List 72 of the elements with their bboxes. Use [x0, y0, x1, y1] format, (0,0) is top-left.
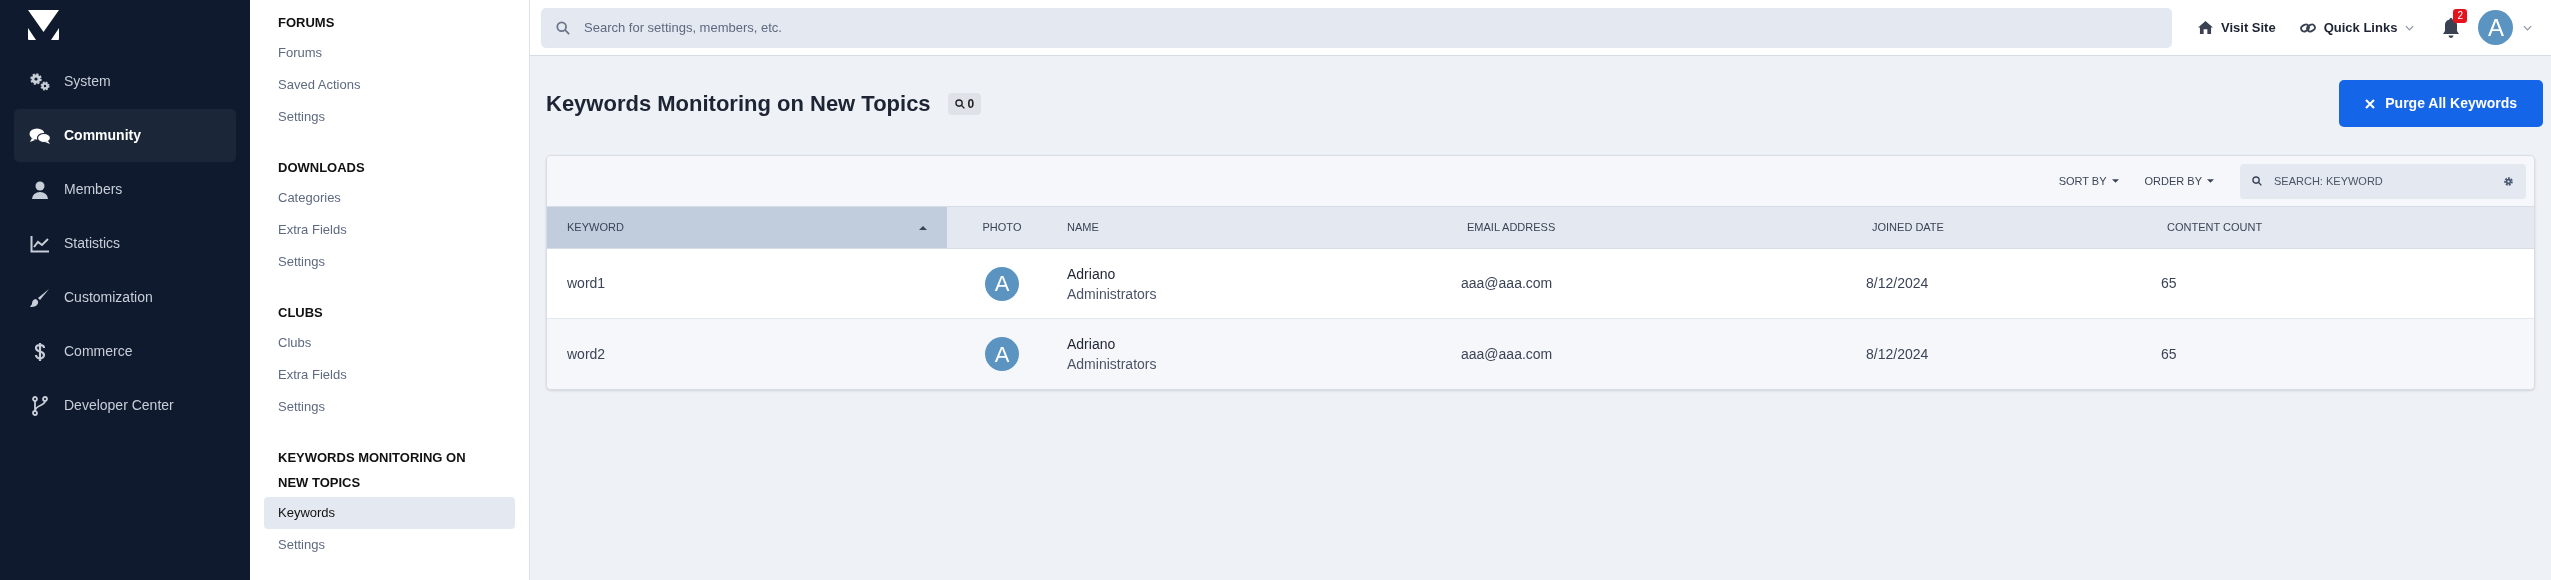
branch-icon: [32, 395, 48, 416]
column-header[interactable]: EMAIL ADDRESS: [1457, 207, 1862, 248]
user-avatar: A: [985, 266, 1019, 301]
table-cell-text: 65: [2160, 344, 2178, 364]
subnav-link[interactable]: Forums: [264, 37, 515, 69]
section-heading: DOWNLOADS: [277, 159, 366, 177]
section-heading: KEYWORDS MONITORING ON NEW TOPICS: [277, 449, 467, 492]
nav-item[interactable]: Commerce: [14, 325, 236, 378]
chat-bubbles-icon: [29, 126, 51, 145]
subnav-link[interactable]: Keywords: [264, 497, 515, 529]
notification-bell-icon[interactable]: [2442, 17, 2461, 38]
table-cell-text: aaa@aaa.com: [1460, 344, 1554, 364]
chevron-down-icon[interactable]: [2523, 24, 2533, 31]
chevron-down-icon: [2405, 24, 2415, 31]
table-cell-text: 65: [2160, 274, 2178, 293]
search-icon: [954, 98, 965, 109]
table-cell-text: word2: [566, 344, 607, 364]
subnav-link[interactable]: Extra Fields: [264, 359, 515, 391]
subnav-link[interactable]: Settings: [264, 529, 515, 561]
table-cell-text: 8/12/2024: [1865, 274, 1930, 293]
sort-by-dropdown[interactable]: SORT BY: [2058, 172, 2119, 190]
subnav-link[interactable]: Settings: [264, 101, 515, 133]
nav-item[interactable]: Community: [14, 109, 236, 162]
close-icon: [2365, 98, 2376, 109]
keyword-search-field[interactable]: SEARCH: KEYWORD: [2240, 163, 2526, 199]
subnav-link[interactable]: Settings: [264, 246, 515, 278]
search-icon: [2252, 175, 2262, 186]
notification-count: 2: [2453, 8, 2467, 23]
column-header[interactable]: PHOTO: [947, 207, 1057, 248]
table-cell-text: aaa@aaa.com: [1460, 274, 1554, 293]
nav-item[interactable]: Statistics: [14, 217, 236, 270]
column-header[interactable]: NAME: [1057, 207, 1457, 248]
home-icon: [2198, 21, 2213, 34]
section-heading: FORUMS: [277, 14, 336, 32]
dollar-icon: [34, 341, 46, 362]
person-icon: [32, 180, 48, 199]
count-badge: 0: [947, 92, 982, 115]
subnav-link[interactable]: Extra Fields: [264, 214, 515, 246]
subnav-link[interactable]: Saved Actions: [264, 69, 515, 101]
subnav-link[interactable]: Categories: [264, 182, 515, 214]
search-field[interactable]: Search for settings, members, etc.: [541, 7, 2172, 48]
member-group: Administrators: [1067, 354, 1457, 374]
user-avatar: A: [985, 337, 1019, 371]
logo[interactable]: [28, 10, 59, 40]
column-header[interactable]: KEYWORD: [547, 207, 947, 248]
section-heading: CLUBS: [277, 304, 324, 322]
member-group: Administrators: [1067, 283, 1457, 304]
order-by-dropdown[interactable]: ORDER BY: [2144, 172, 2214, 190]
page-title: Keywords Monitoring on New Topics: [546, 90, 931, 118]
table-cell-text: word1: [566, 274, 607, 293]
visit-site-link[interactable]: Visit Site: [2198, 17, 2276, 38]
line-chart-icon: [30, 234, 50, 253]
search-icon: [556, 20, 570, 35]
nav-item[interactable]: Members: [14, 163, 236, 216]
caret-icon: [2207, 179, 2214, 183]
quick-links-menu[interactable]: Quick Links: [2299, 17, 2415, 38]
nav-item[interactable]: Developer Center: [14, 379, 236, 432]
table-cell-text: 8/12/2024: [1865, 344, 1930, 364]
nav-item[interactable]: Customization: [14, 271, 236, 324]
brush-icon: [30, 287, 50, 308]
sort-ascending-icon: [919, 225, 927, 230]
column-header[interactable]: JOINED DATE: [1862, 207, 2157, 248]
nav-item[interactable]: System: [14, 55, 236, 108]
member-name[interactable]: Adriano: [1067, 334, 1457, 354]
column-header[interactable]: CONTENT COUNT: [2157, 207, 2534, 248]
caret-icon: [2111, 179, 2119, 183]
settings-icon[interactable]: [2503, 175, 2514, 187]
member-name[interactable]: Adriano: [1067, 263, 1457, 284]
purge-all-keywords-button[interactable]: Purge All Keywords: [2339, 80, 2543, 127]
gears-icon: [29, 71, 51, 92]
subnav-link[interactable]: Clubs: [264, 327, 515, 359]
subnav-link[interactable]: Settings: [264, 391, 515, 423]
